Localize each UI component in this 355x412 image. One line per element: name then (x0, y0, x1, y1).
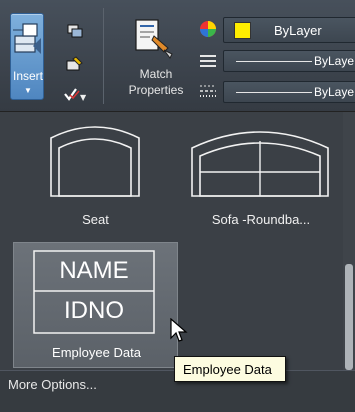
linetype-button[interactable] (197, 50, 221, 72)
color-wheel-icon (200, 21, 216, 37)
attribute-check-icon: ▼ (64, 88, 86, 102)
linetype-icon (200, 55, 216, 67)
block-item-employee-data[interactable]: NAME IDNO Employee Data (13, 242, 178, 368)
match-label-line1: Match (139, 67, 173, 81)
match-properties-button[interactable]: Match Properties (114, 14, 198, 106)
insert-block-icon (13, 23, 41, 54)
insert-block-button[interactable]: Insert ▼ (10, 13, 44, 100)
linetype-sample-line (236, 61, 312, 62)
attribute-button[interactable]: ▼ (62, 84, 86, 106)
more-options-label: More Options... (8, 377, 97, 392)
edit-block-icon (66, 56, 83, 71)
lineweight-dropdown[interactable]: ByLaye (223, 81, 355, 103)
object-color-dropdown[interactable]: ByLayer (223, 17, 355, 43)
lineweight-sample-line (236, 92, 312, 93)
seat-block-icon (50, 126, 140, 197)
lineweight-label: ByLaye (314, 85, 355, 99)
employee-id-attribute: IDNO (64, 297, 124, 324)
lineweight-button[interactable] (197, 80, 221, 102)
svg-text:▼: ▼ (80, 93, 86, 102)
create-block-icon (67, 24, 83, 38)
block-label-seat: Seat (82, 212, 109, 227)
linetype-label: ByLaye (314, 54, 355, 68)
tooltip-text: Employee Data (183, 362, 272, 377)
match-properties-icon (135, 19, 173, 59)
chevron-down-icon: ▼ (24, 86, 32, 95)
sofa-block-icon (191, 131, 329, 197)
ribbon-panel: Insert ▼ ▼ Match Properties ByLayer ByLa… (0, 0, 355, 112)
create-block-button[interactable] (62, 20, 86, 42)
block-item-seat[interactable]: Seat (13, 116, 178, 238)
block-item-sofa[interactable]: Sofa -Roundba... (180, 116, 342, 238)
edit-block-button[interactable] (62, 53, 86, 75)
linetype-dropdown[interactable]: ByLaye (223, 50, 355, 72)
scrollbar-thumb[interactable] (345, 264, 353, 370)
match-label-line2: Properties (128, 83, 184, 97)
object-color-label: ByLayer (274, 23, 322, 38)
autocad-window: Insert ▼ ▼ Match Properties ByLayer ByLa… (0, 0, 355, 412)
employee-name-attribute: NAME (59, 257, 129, 284)
mouse-pointer-icon (170, 318, 188, 342)
block-tooltip: Employee Data (174, 356, 286, 382)
block-label-employee-data: Employee Data (52, 345, 141, 360)
block-label-sofa: Sofa -Roundba... (211, 212, 311, 227)
insert-label: Insert (12, 69, 43, 83)
color-swatch (234, 22, 251, 39)
color-wheel-button[interactable] (197, 18, 221, 40)
match-properties-label: Match Properties (114, 66, 198, 98)
lineweight-icon (200, 85, 216, 97)
ribbon-separator (103, 8, 104, 104)
